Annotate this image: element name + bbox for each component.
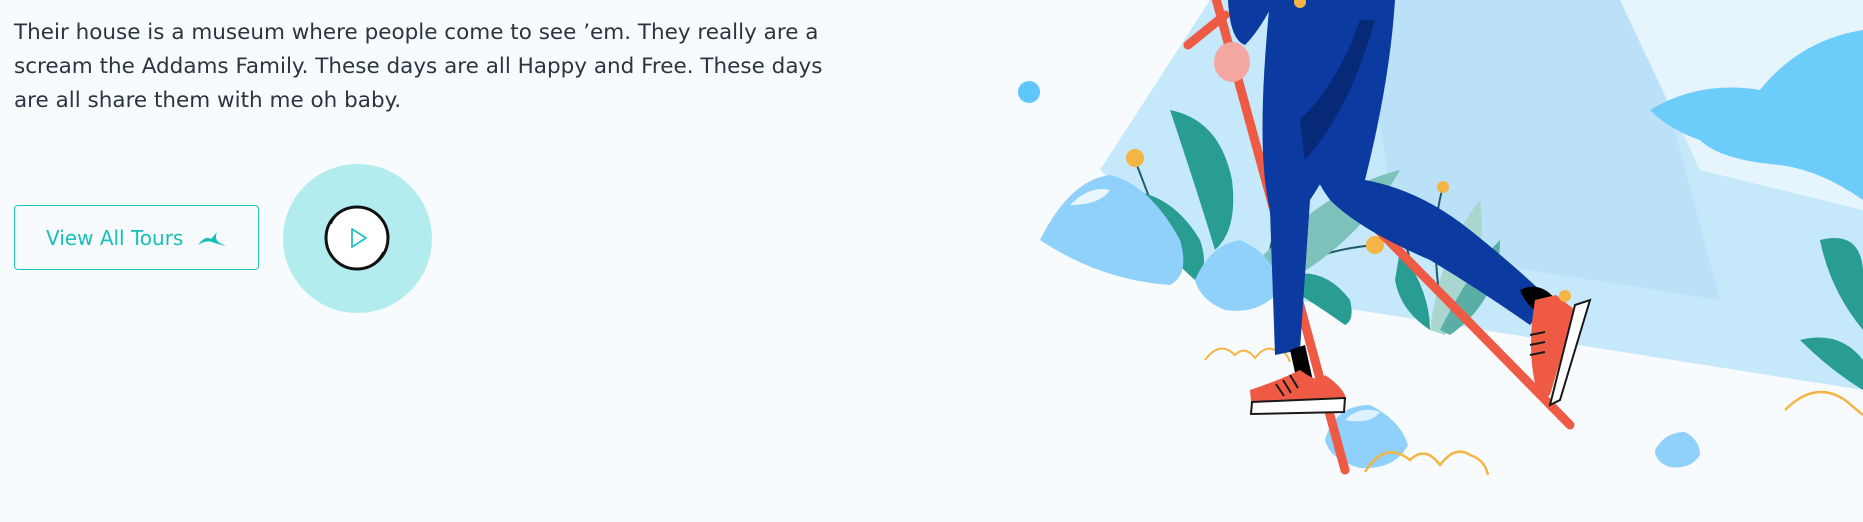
hiker-illustration xyxy=(1018,0,1863,476)
hiker-hand xyxy=(1214,42,1250,82)
bird-icon xyxy=(198,232,226,246)
floating-dot xyxy=(1018,81,1040,103)
rock xyxy=(1655,432,1700,468)
play-icon xyxy=(324,205,390,271)
video-play-button[interactable] xyxy=(283,164,432,313)
view-all-tours-label: View All Tours xyxy=(46,225,184,250)
view-all-tours-button[interactable]: View All Tours xyxy=(14,205,259,270)
grass xyxy=(1784,390,1863,416)
intro-paragraph: Their house is a museum where people com… xyxy=(14,20,823,113)
page: Their house is a museum where people com… xyxy=(0,0,1863,522)
